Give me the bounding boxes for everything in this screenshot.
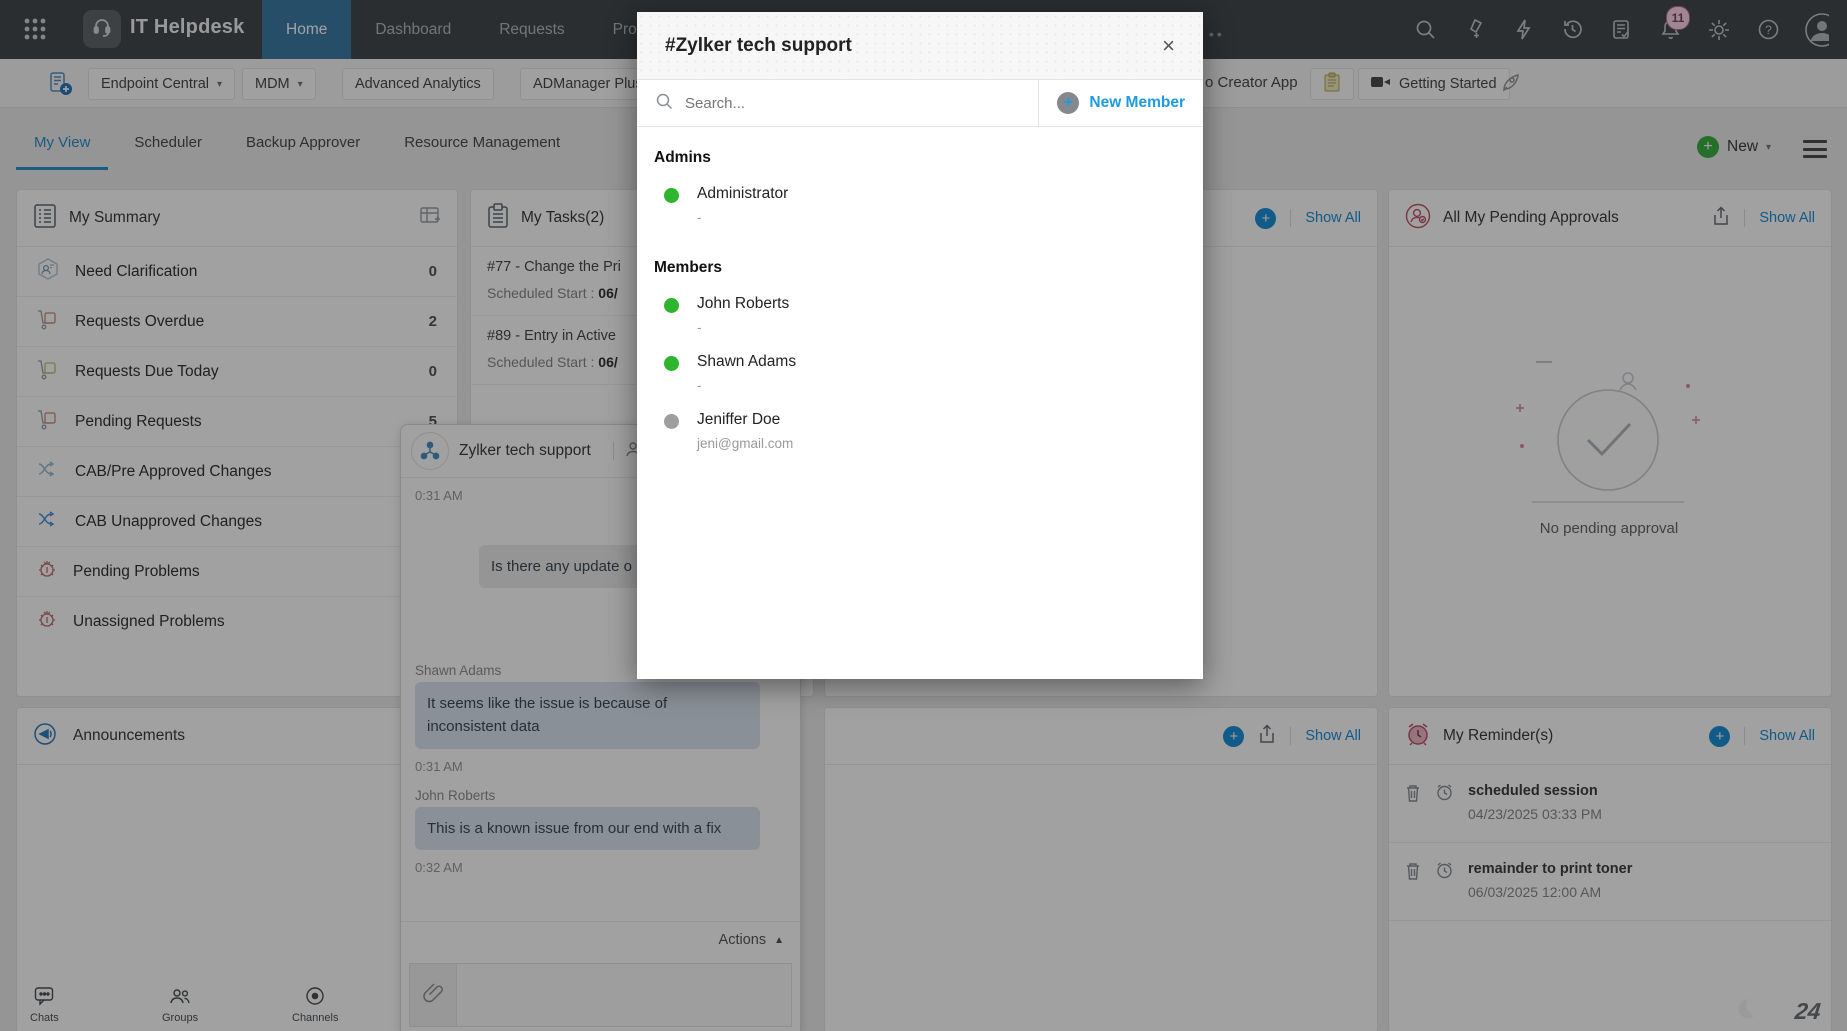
member-name: Administrator xyxy=(697,185,1203,203)
modal-search-row: + New Member xyxy=(637,80,1203,127)
members-section-heading: Members xyxy=(654,259,1203,277)
channel-members-modal: #Zylker tech support × + New Member Admi… xyxy=(637,12,1203,679)
member-row[interactable]: John Roberts - xyxy=(637,281,1203,339)
search-icon xyxy=(637,92,683,115)
admins-section-heading: Admins xyxy=(654,149,1203,167)
member-detail: - xyxy=(697,378,1203,393)
close-icon[interactable]: × xyxy=(1162,35,1175,57)
member-detail: - xyxy=(697,320,1203,335)
plus-icon: + xyxy=(1057,92,1079,114)
member-row[interactable]: Shawn Adams - xyxy=(637,339,1203,397)
new-member-button[interactable]: + New Member xyxy=(1038,80,1203,126)
modal-title: #Zylker tech support xyxy=(665,35,852,57)
member-row[interactable]: Jeniffer Doe jeni@gmail.com xyxy=(637,397,1203,455)
member-name: Shawn Adams xyxy=(697,353,1203,371)
member-row[interactable]: Administrator - xyxy=(637,171,1203,229)
status-online-dot xyxy=(664,188,679,203)
member-name: Jeniffer Doe xyxy=(697,411,1203,429)
member-search-input[interactable] xyxy=(683,94,1038,113)
member-detail: - xyxy=(697,210,1203,225)
status-online-dot xyxy=(664,356,679,371)
status-offline-dot xyxy=(664,414,679,429)
it-helpdesk-app: IT Helpdesk Home Dashboard Requests Prob… xyxy=(0,0,1847,1031)
member-name: John Roberts xyxy=(697,295,1203,313)
member-detail: jeni@gmail.com xyxy=(697,436,1203,451)
status-online-dot xyxy=(664,298,679,313)
modal-header: #Zylker tech support × xyxy=(637,12,1203,80)
